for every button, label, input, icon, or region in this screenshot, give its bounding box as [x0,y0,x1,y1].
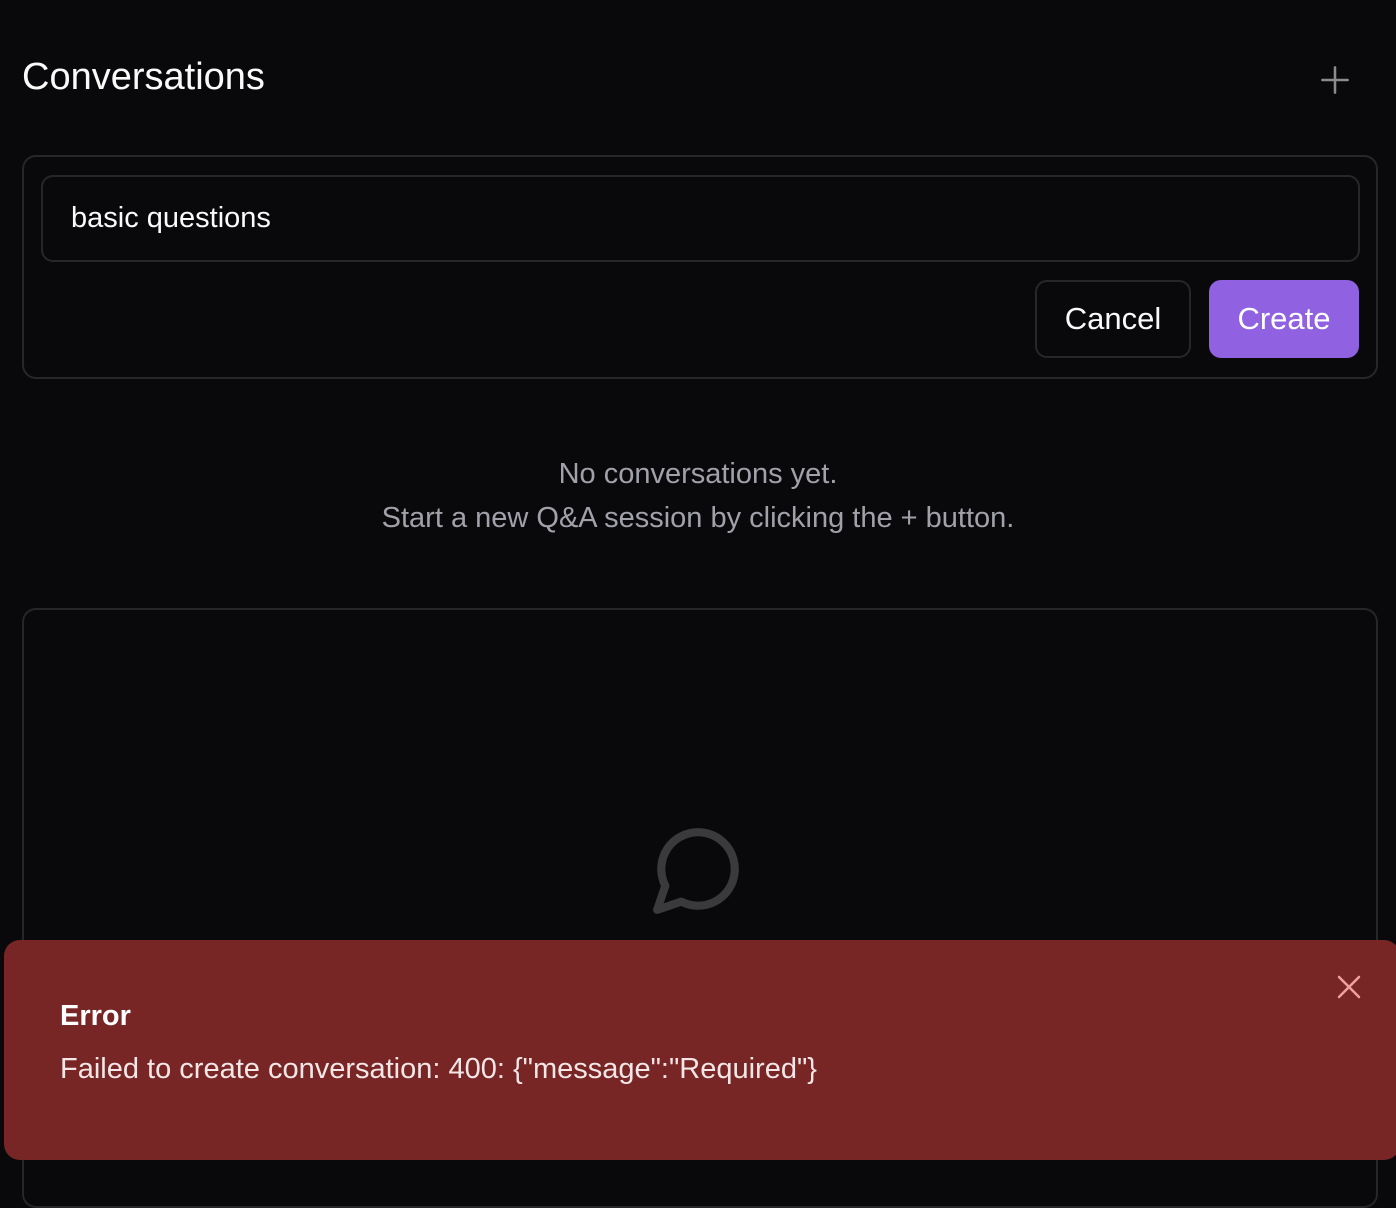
create-button[interactable]: Create [1209,280,1359,358]
error-toast: Error Failed to create conversation: 400… [4,940,1396,1160]
cancel-button[interactable]: Cancel [1035,280,1191,358]
toast-title: Error [60,1000,131,1032]
empty-state-title: No conversations yet. [558,458,838,490]
empty-state: No conversations yet. Start a new Q&A se… [0,452,1396,540]
new-conversation-button[interactable] [1316,60,1354,100]
conversation-title-input[interactable] [41,175,1360,262]
plus-icon [1321,66,1349,94]
close-icon[interactable] [1334,972,1364,1002]
page-title: Conversations [22,56,265,98]
toast-message: Failed to create conversation: 400: {"me… [60,1053,817,1085]
message-circle-icon [653,828,739,914]
new-conversation-form: Cancel Create [22,155,1378,379]
empty-state-hint: Start a new Q&A session by clicking the … [381,502,1015,534]
